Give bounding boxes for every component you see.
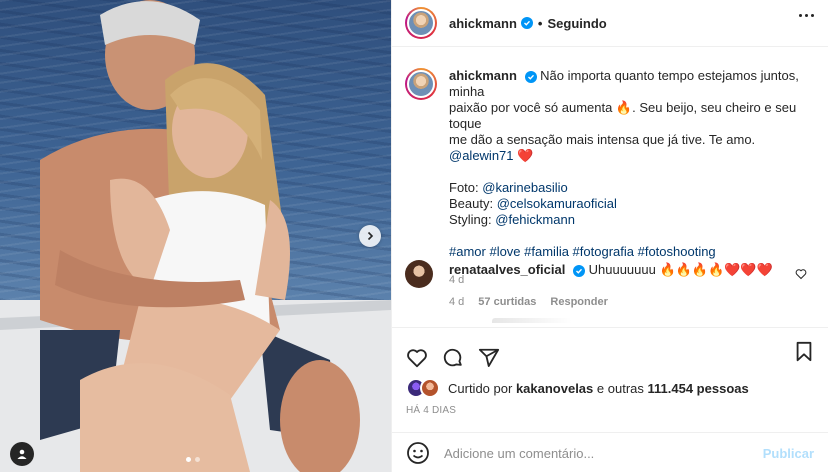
liker-avatar[interactable] [420, 378, 440, 398]
credit-beauty-link[interactable]: @celsokamuraoficial [497, 196, 617, 211]
credit-styling-link[interactable]: @fehickmann [495, 212, 575, 227]
author-username[interactable]: ahickmann [449, 16, 517, 31]
caption-username[interactable]: ahickmann [449, 68, 517, 83]
credit-foto-label: Foto: [449, 180, 479, 195]
comments-list: ahickmann Não importa quanto tempo estej… [392, 48, 828, 323]
add-comment-bar: Adicione um comentário... Publicar [392, 432, 828, 472]
credit-styling-label: Styling: [449, 212, 492, 227]
more-options-icon[interactable] [799, 14, 814, 17]
likes-prefix: Curtido por [448, 380, 513, 396]
heart-emoji: ❤️ [517, 148, 534, 163]
comment-like-heart-icon[interactable] [795, 268, 807, 280]
post-side-panel: ahickmann • Seguindo ahickmann Não impor… [391, 0, 828, 472]
comment-likes[interactable]: 57 curtidas [478, 294, 536, 310]
caption-text-line3: me dão a sensação mais intensa que já ti… [449, 132, 756, 147]
emoji-icon[interactable] [406, 441, 430, 465]
verified-badge-icon [572, 265, 585, 277]
post-date[interactable]: HÁ 4 DIAS [392, 405, 828, 416]
chevron-right-icon [367, 231, 374, 241]
comment-item: renataalves_oficial Uhuuuuuuu 🔥🔥🔥🔥❤️❤️❤️… [405, 260, 815, 310]
commenter-avatar[interactable] [405, 260, 433, 288]
next-comment-fade [492, 318, 572, 323]
post-header: ahickmann • Seguindo [392, 0, 828, 47]
carousel-dot-active [186, 457, 191, 462]
header-separator: • [537, 15, 543, 31]
commenter-username[interactable]: renataalves_oficial [449, 262, 565, 277]
comment-meta: 4 d 57 curtidas Responder [449, 294, 815, 310]
credit-beauty-label: Beauty: [449, 196, 494, 211]
caption-body: ahickmann Não importa quanto tempo estej… [449, 68, 815, 288]
carousel-next-button[interactable] [359, 225, 381, 247]
caption: ahickmann Não importa quanto tempo estej… [405, 68, 815, 288]
author-avatar[interactable] [405, 7, 437, 39]
carousel-indicator [186, 457, 200, 462]
caption-text-line2: paixão por você só aumenta 🔥. Seu beijo,… [449, 100, 797, 131]
likes-suffix: e outras [596, 380, 644, 396]
user-tag-icon [17, 449, 27, 459]
hashtags[interactable]: #amor #love #familia #fotografia #fotosh… [449, 244, 815, 260]
heart-icon[interactable] [406, 347, 428, 369]
comment-reply-button[interactable]: Responder [550, 294, 607, 310]
bookmark-icon[interactable] [794, 341, 814, 363]
comment-body: renataalves_oficial Uhuuuuuuu 🔥🔥🔥🔥❤️❤️❤️… [449, 260, 815, 310]
mention-link[interactable]: @alewin71 [449, 148, 514, 163]
credit-foto-link[interactable]: @karinebasilio [482, 180, 567, 195]
photo-couple-illustration [0, 0, 391, 472]
likes-count[interactable]: 111.454 pessoas [648, 381, 749, 396]
following-button[interactable]: Seguindo [547, 16, 606, 31]
carousel-dot [195, 457, 200, 462]
action-icons [392, 328, 828, 374]
post-actions: Curtido por kakanovelas e outras 111.454… [392, 327, 828, 472]
post-photo[interactable] [0, 0, 391, 472]
comment-input[interactable]: Adicione um comentário... [444, 446, 763, 461]
share-icon[interactable] [478, 347, 500, 369]
publish-button[interactable]: Publicar [763, 446, 814, 461]
user-tag-button[interactable] [10, 442, 34, 466]
verified-badge-icon [520, 17, 533, 29]
comment-icon[interactable] [442, 347, 464, 369]
likes-summary: Curtido por kakanovelas e outras 111.454… [392, 376, 828, 400]
caption-avatar[interactable] [405, 68, 437, 100]
likes-user[interactable]: kakanovelas [516, 381, 593, 396]
comment-text: Uhuuuuuuu 🔥🔥🔥🔥❤️❤️❤️ [588, 262, 773, 277]
verified-badge-icon [524, 71, 537, 83]
comment-time[interactable]: 4 d [449, 294, 464, 310]
